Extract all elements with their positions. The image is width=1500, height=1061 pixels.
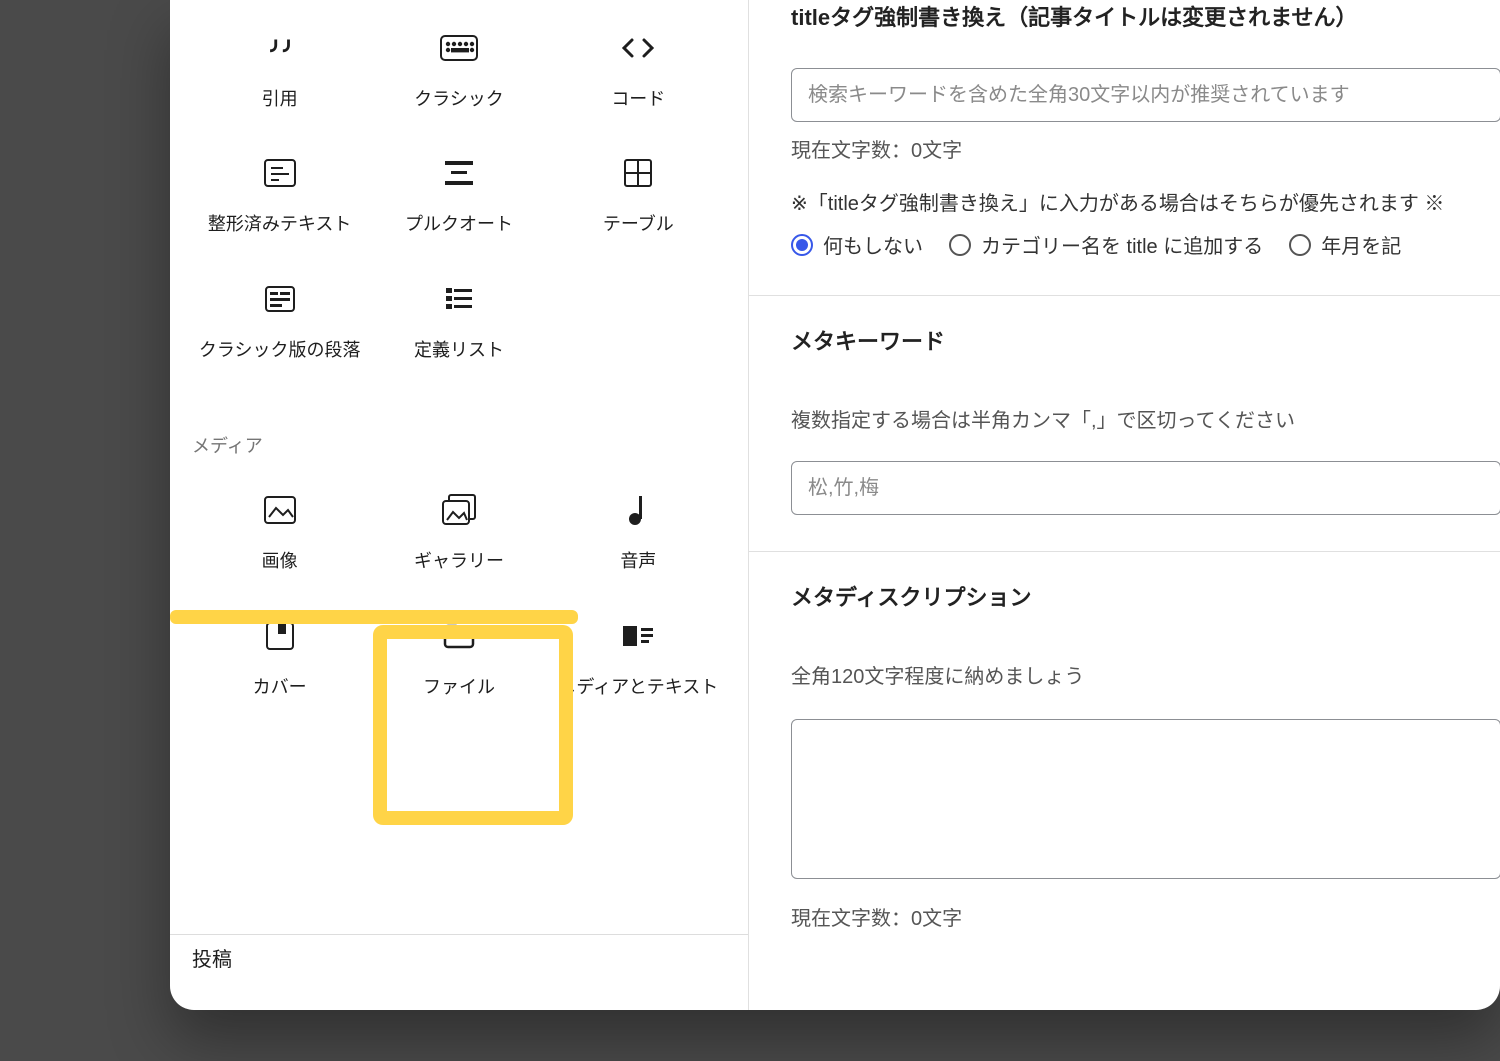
file-icon [442,614,476,658]
classic-paragraph-icon [264,277,296,321]
block-code[interactable]: コード [549,6,728,131]
block-label: コード [611,88,665,111]
cover-icon [265,614,295,658]
block-classic[interactable]: クラシック [369,6,548,131]
radio-add-category[interactable]: カテゴリー名を title に追加する [949,230,1263,259]
block-label: 引用 [262,88,298,111]
settings-pane: titleタグ強制書き換え（記事タイトルは変更されません） 現在文字数：0文字 … [748,0,1500,1010]
meta-keywords-hint: 複数指定する場合は半角カンマ「,」で区切ってください [791,404,1500,433]
block-file[interactable]: ファイル [369,594,548,719]
title-override-label: titleタグ強制書き換え（記事タイトルは変更されません） [791,0,1500,32]
block-audio[interactable]: 音声 [549,468,728,593]
keyboard-icon [439,26,479,70]
block-label: テーブル [603,213,674,236]
meta-description-textarea[interactable] [791,719,1500,879]
block-label: プルクオート [405,213,513,236]
block-label: メディアとテキスト [558,676,718,699]
pullquote-icon [443,151,475,195]
bottom-bar[interactable]: 投稿 [170,934,748,980]
block-label: 音声 [620,550,656,573]
block-preformatted[interactable]: 整形済みテキスト [190,131,369,256]
block-label: カバー [253,676,307,699]
audio-icon [628,488,648,532]
table-icon [623,151,653,195]
block-media-text[interactable]: メディアとテキスト [549,594,728,719]
block-label: 定義リスト [414,339,504,362]
block-label: クラシック版の段落 [199,339,361,362]
block-label: 整形済みテキスト [208,213,351,236]
meta-keywords-label: メタキーワード [791,324,1500,356]
title-override-input[interactable] [791,68,1500,122]
title-override-note: ※「titleタグ強制書き換え」に入力がある場合はそちらが優先されます ※ [791,187,1500,216]
block-label: 画像 [262,550,298,573]
image-icon [263,488,297,532]
meta-keywords-input[interactable] [791,461,1500,515]
meta-description-charcount: 現在文字数：0文字 [791,902,1500,931]
media-text-icon [621,614,655,658]
radio-label: カテゴリー名を title に追加する [981,230,1263,259]
gallery-icon [441,488,477,532]
radio-label: 何もしない [823,230,923,259]
radio-add-date[interactable]: 年月を記 [1289,230,1401,259]
block-quote[interactable]: 引用 [190,6,369,131]
radio-label: 年月を記 [1321,230,1401,259]
block-gallery[interactable]: ギャラリー [369,468,548,593]
block-label: ギャラリー [414,550,504,573]
block-definition-list[interactable]: 定義リスト [369,257,548,382]
block-inserter-panel: 引用 クラシック コード 整形済みテキスト [170,0,748,980]
definition-list-icon [444,277,474,321]
block-image[interactable]: 画像 [190,468,369,593]
block-table[interactable]: テーブル [549,131,728,256]
preformatted-icon [263,151,297,195]
bottom-bar-label: 投稿 [192,943,232,972]
block-cover[interactable]: カバー [190,594,369,719]
block-classic-paragraph[interactable]: クラシック版の段落 [190,257,369,382]
code-icon [620,26,656,70]
block-label: クラシック [414,88,504,111]
media-section-title: メディア [170,422,748,468]
radio-do-nothing[interactable]: 何もしない [791,230,923,259]
title-override-charcount: 現在文字数：0文字 [791,134,1500,163]
block-pullquote[interactable]: プルクオート [369,131,548,256]
meta-description-label: メタディスクリプション [791,580,1500,612]
meta-description-hint: 全角120文字程度に納めましょう [791,660,1500,689]
quote-icon [263,26,297,70]
block-label: ファイル [423,676,495,699]
